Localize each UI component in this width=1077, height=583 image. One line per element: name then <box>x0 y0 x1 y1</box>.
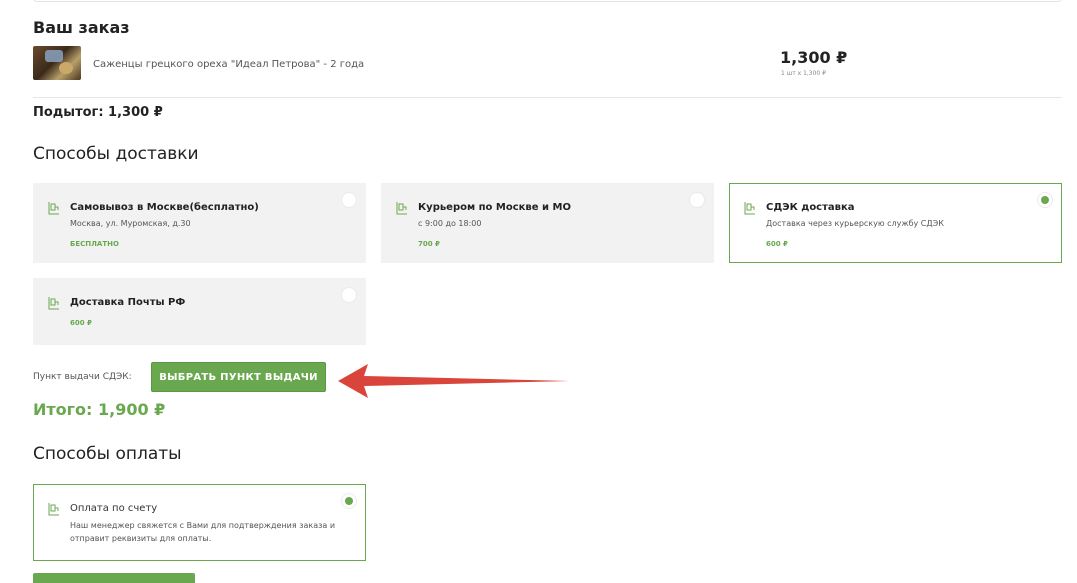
order-title: Ваш заказ <box>33 18 130 37</box>
product-name: Саженцы грецкого ореха "Идеал Петрова" -… <box>93 59 365 70</box>
shipping-option-price: 700 ₽ <box>418 240 440 248</box>
order-item-row: Саженцы грецкого ореха "Идеал Петрова" -… <box>33 44 1062 98</box>
shipping-option-price: БЕСПЛАТНО <box>70 240 119 248</box>
payment-radio-selected[interactable] <box>341 493 357 509</box>
shipping-radio[interactable] <box>341 192 357 208</box>
shipping-option-description: с 9:00 до 18:00 <box>418 219 482 228</box>
annotation-arrow <box>338 364 570 398</box>
select-pickup-point-button[interactable]: ВЫБРАТЬ ПУНКТ ВЫДАЧИ <box>151 362 326 392</box>
delivery-box-icon <box>396 202 407 215</box>
shipping-option-price: 600 ₽ <box>766 240 788 248</box>
shipping-section-title: Способы доставки <box>33 144 199 164</box>
shipping-option-title: Доставка Почты РФ <box>70 297 186 308</box>
shipping-option-cdek[interactable]: СДЭК доставка Доставка через курьерскую … <box>729 183 1062 263</box>
delivery-box-icon <box>744 202 755 215</box>
shipping-option-price: 600 ₽ <box>70 319 92 327</box>
shipping-option-courier-moscow[interactable]: Курьером по Москве и МО с 9:00 до 18:00 … <box>381 183 714 263</box>
shipping-option-title: СДЭК доставка <box>766 202 855 213</box>
checkout-page: Ваш заказ Саженцы грецкого ореха "Идеал … <box>0 0 1077 583</box>
shipping-radio-selected[interactable] <box>1037 192 1053 208</box>
shipping-option-title: Самовывоз в Москве(бесплатно) <box>70 202 259 213</box>
payment-option-invoice[interactable]: Оплата по счету Наш менеджер свяжется с … <box>33 484 366 561</box>
delivery-box-icon <box>48 202 59 215</box>
shipping-option-description: Доставка через курьерскую службу СДЭК <box>766 219 944 228</box>
place-order-button[interactable] <box>33 573 195 583</box>
delivery-box-icon <box>48 297 59 310</box>
shipping-radio[interactable] <box>689 192 705 208</box>
product-quantity: 1 шт x 1,300 ₽ <box>781 70 826 77</box>
shipping-option-russian-post[interactable]: Доставка Почты РФ 600 ₽ <box>33 278 366 345</box>
subtotal: Подытог: 1,300 ₽ <box>33 105 163 120</box>
product-price: 1,300 ₽ <box>780 48 848 67</box>
pickup-point-label: Пункт выдачи СДЭК: <box>33 372 132 382</box>
payment-option-description: Наш менеджер свяжется с Вами для подтвер… <box>70 521 336 543</box>
previous-section-frame <box>33 0 1062 2</box>
product-thumbnail <box>33 46 81 80</box>
payment-section-title: Способы оплаты <box>33 444 182 464</box>
shipping-radio[interactable] <box>341 287 357 303</box>
shipping-option-description: Москва, ул. Муромская, д.30 <box>70 219 191 228</box>
payment-option-title: Оплата по счету <box>70 503 158 514</box>
delivery-box-icon <box>48 503 59 516</box>
shipping-option-pickup-moscow[interactable]: Самовывоз в Москве(бесплатно) Москва, ул… <box>33 183 366 263</box>
order-total: Итого: 1,900 ₽ <box>33 400 166 419</box>
shipping-option-title: Курьером по Москве и МО <box>418 202 571 213</box>
